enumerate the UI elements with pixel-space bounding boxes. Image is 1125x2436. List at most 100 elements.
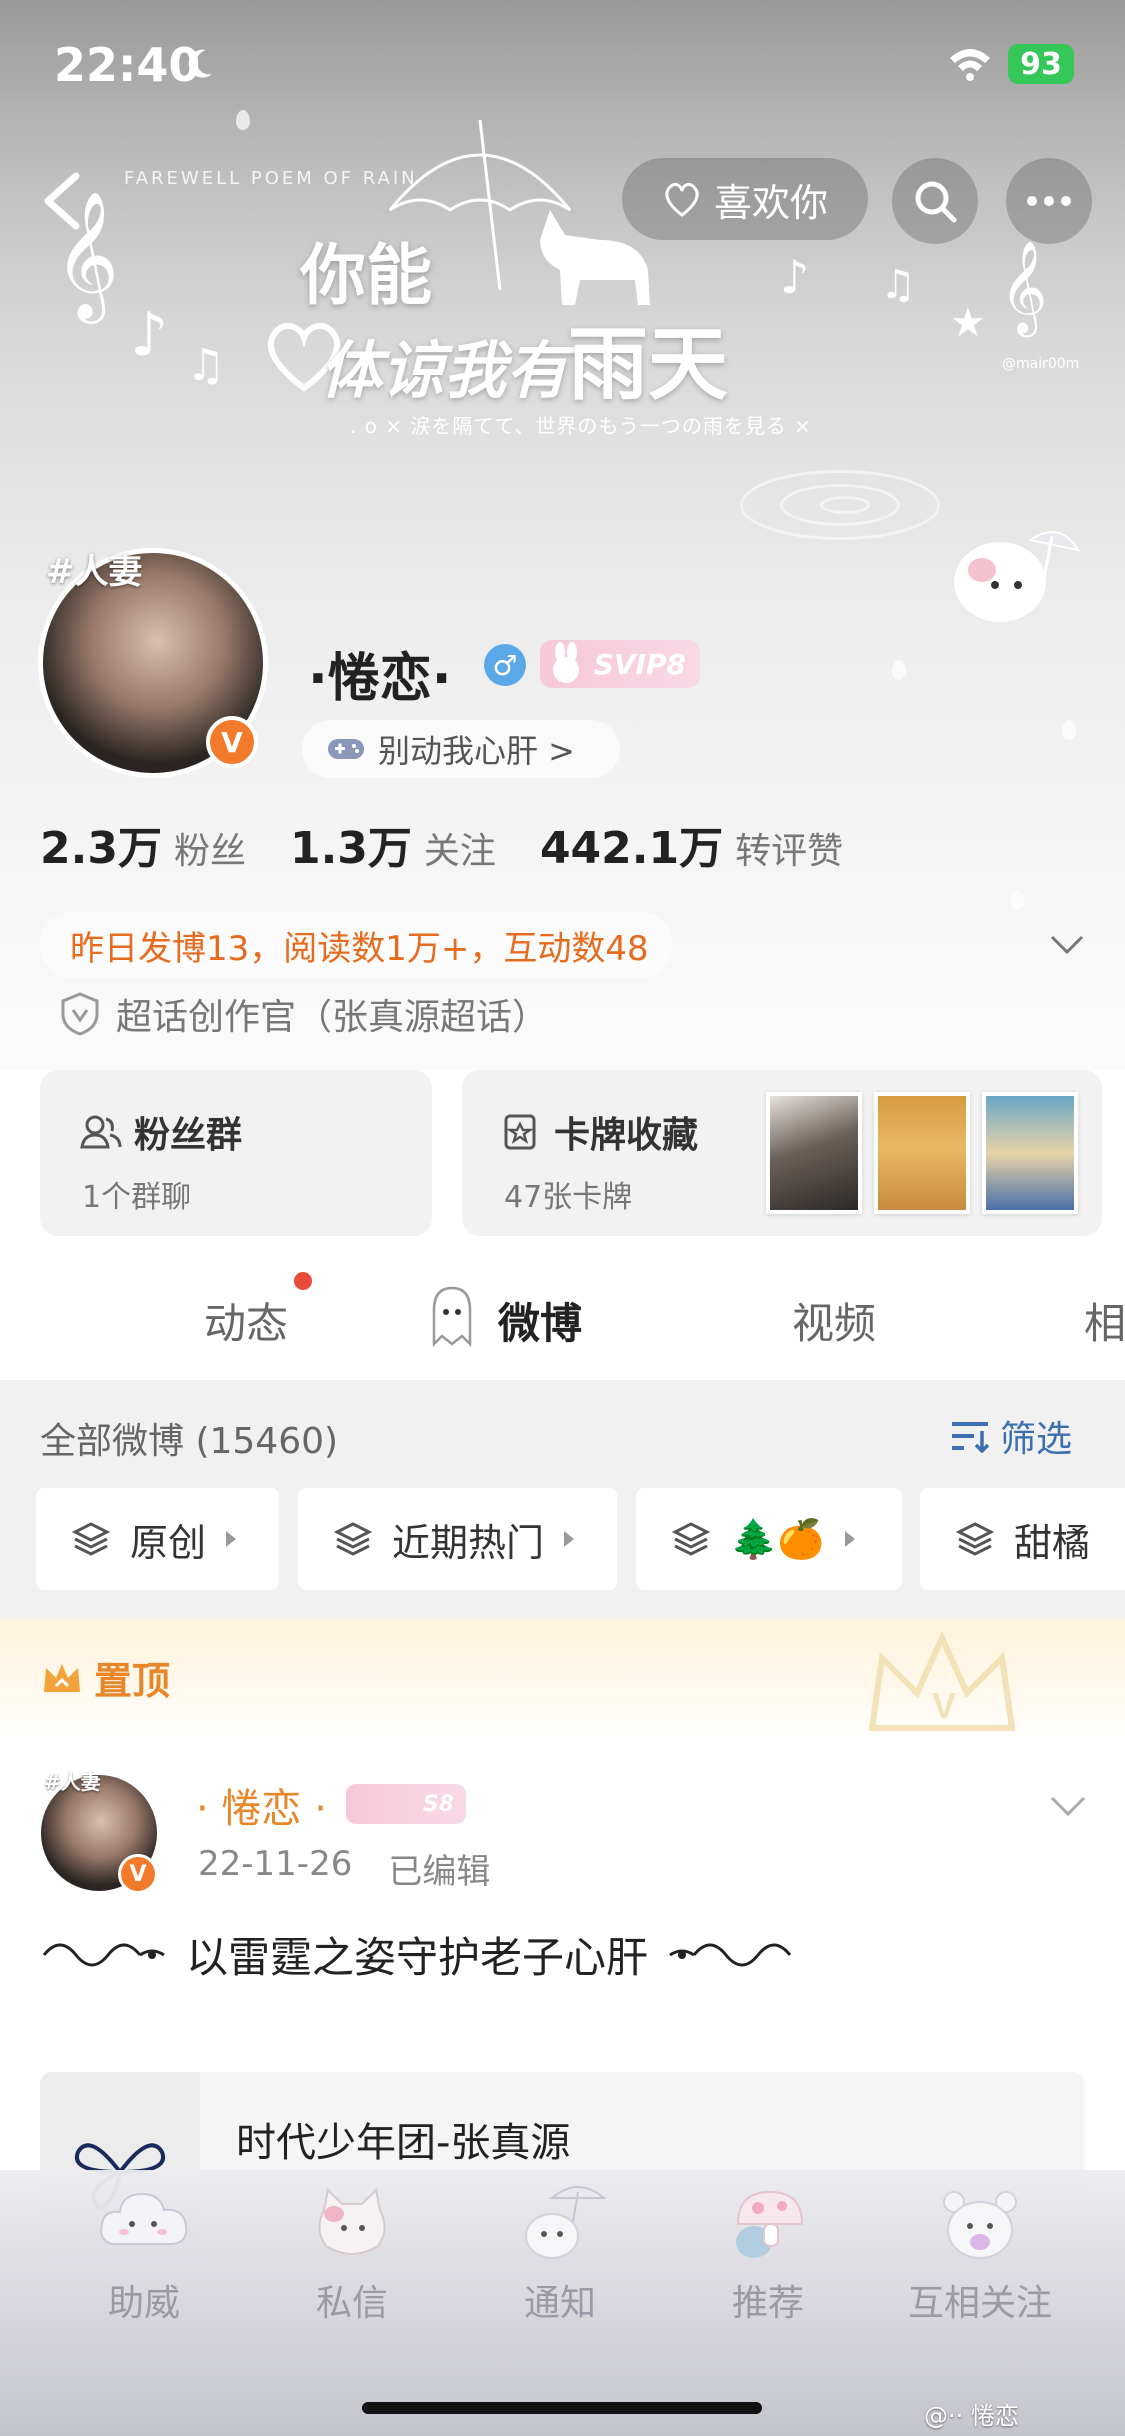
banner-watermark: @mair00m xyxy=(1002,356,1080,372)
game-link[interactable]: 别动我心肝 > xyxy=(302,720,620,778)
chevron-down-icon[interactable] xyxy=(1049,934,1085,956)
fan-group-sub: 1个群聊 xyxy=(82,1180,192,1215)
battery-level: 93 xyxy=(1020,46,1062,82)
post-svip-label: S8 xyxy=(422,1791,454,1817)
ripple xyxy=(820,496,870,514)
profile-nickname: ·惓恋· xyxy=(308,649,452,709)
chip-original[interactable]: 原创 xyxy=(36,1488,279,1590)
layers-icon xyxy=(334,1522,372,1556)
tab-video[interactable]: 视频 xyxy=(792,1290,876,1351)
umbrella-bunny-icon xyxy=(525,2186,607,2259)
music-note-icon: ♫ xyxy=(880,262,916,308)
music-note-icon: ♪ xyxy=(780,250,810,304)
moon-icon xyxy=(188,49,212,78)
bottom-tab-notifications[interactable]: 通知 xyxy=(460,2180,660,2330)
bottom-tab-recommend[interactable]: 推荐 xyxy=(668,2180,868,2330)
star-icon: ★ xyxy=(950,300,986,346)
bottom-tab-label: 互相关注 xyxy=(907,2283,1052,2324)
collection-sub: 47张卡牌 xyxy=(504,1180,633,1215)
banner-subtitle-big: 雨天 xyxy=(568,317,729,411)
male-gender-icon: ♂ xyxy=(484,644,526,686)
layers-icon xyxy=(72,1522,110,1556)
stat-following[interactable]: 1.3万 关注 xyxy=(290,812,496,876)
flourish-left-icon xyxy=(42,1943,165,1966)
pinned-label: 置顶 xyxy=(94,1659,171,1703)
status-time: 22:40 xyxy=(54,38,201,92)
layers-icon xyxy=(956,1522,994,1556)
banner-caption: . o × 涙を隔てて、世界のもう一つの雨を見る × xyxy=(350,414,812,438)
collection-thumb[interactable] xyxy=(874,1092,970,1214)
chip-arrow-icon xyxy=(844,1531,855,1547)
activity-text: 昨日发博13，阅读数1万+，互动数48 xyxy=(70,928,649,969)
svip-badge[interactable]: SVIP8 xyxy=(540,640,700,688)
post-avatar-tag: #人妻 xyxy=(44,1770,101,1794)
back-button[interactable] xyxy=(30,166,100,236)
tab-album[interactable]: 相 xyxy=(1084,1290,1125,1351)
search-button[interactable] xyxy=(892,158,978,244)
fan-group-card[interactable]: 粉丝群 1个群聊 xyxy=(40,1070,432,1236)
stat-interactions[interactable]: 442.1万 转评赞 xyxy=(540,812,843,876)
post-menu-chevron-icon[interactable] xyxy=(1048,1786,1088,1826)
chip-label: 原创 xyxy=(130,1520,207,1565)
status-bar: 22:40 93 xyxy=(0,0,1125,130)
search-icon xyxy=(915,181,957,223)
banner-top-caption: FAREWELL POEM OF RAIN xyxy=(124,168,418,189)
chip-arrow-icon xyxy=(226,1531,237,1547)
like-you-button[interactable]: 喜欢你 xyxy=(622,158,868,240)
gender-symbol: ♂ xyxy=(492,648,518,682)
chip-arrow-icon xyxy=(564,1531,575,1547)
verified-badge-letter: V xyxy=(129,1861,147,1887)
filter-button[interactable]: 筛选 xyxy=(950,1410,1072,1462)
like-you-label: 喜欢你 xyxy=(713,180,828,225)
bottom-tab-label: 推荐 xyxy=(731,2283,804,2324)
kitty-umbrella-icon xyxy=(954,531,1080,622)
card-collection-icon xyxy=(504,1114,536,1150)
battery-indicator: 93 xyxy=(1008,44,1074,84)
filter-icon xyxy=(952,1422,990,1453)
bottom-tab-mutual[interactable]: 互相关注 xyxy=(880,2180,1080,2330)
collection-thumb[interactable] xyxy=(766,1092,862,1214)
svip-label: SVIP8 xyxy=(593,647,686,681)
post-edited: 已编辑 xyxy=(388,1852,491,1892)
post-svip-badge: S8 xyxy=(346,1784,466,1824)
collection-thumb[interactable] xyxy=(982,1092,1078,1214)
chip-sweet-orange[interactable]: 甜橘 xyxy=(920,1488,1125,1590)
bottom-tab-support[interactable]: 助威 xyxy=(44,2180,244,2330)
stat-num: 1.3万 xyxy=(289,823,412,874)
mushroom-icon xyxy=(736,2190,804,2258)
bottom-tab-messages[interactable]: 私信 xyxy=(252,2180,452,2330)
profile-avatar-wrap[interactable]: #人妻 V xyxy=(38,548,268,778)
creator-badge-row[interactable]: 超话创作官（张真源超话） xyxy=(60,988,548,1040)
cloud-face-icon xyxy=(100,2192,188,2245)
tab-weibo[interactable]: 微博 xyxy=(498,1290,582,1351)
more-button[interactable] xyxy=(1006,158,1092,244)
home-indicator[interactable] xyxy=(362,2402,762,2414)
pinned-label-row: 置顶 xyxy=(40,1650,170,1705)
ghost-mascot-icon xyxy=(432,1286,472,1348)
heart-rabbit-icon xyxy=(665,182,699,217)
raindrop xyxy=(892,660,906,680)
bunny-icon xyxy=(553,642,579,683)
avatar-tag: #人妻 xyxy=(46,552,143,592)
notification-dot xyxy=(294,1272,312,1290)
gamepad-icon xyxy=(328,739,364,759)
profile-stats: 2.3万 粉丝 1.3万 关注 442.1万 转评赞 xyxy=(40,812,843,876)
activity-summary[interactable]: 昨日发博13，阅读数1万+，互动数48 xyxy=(40,910,1085,980)
tab-activity[interactable]: 动态 xyxy=(204,1290,288,1351)
fan-group-title: 粉丝群 xyxy=(134,1115,243,1156)
chip-emoji[interactable]: 🌲🍊 xyxy=(636,1488,902,1590)
profile-tabs: 动态 微博 视频 相 xyxy=(0,1240,1125,1380)
layers-icon xyxy=(672,1522,710,1556)
chip-label: 🌲🍊 xyxy=(730,1516,825,1561)
post-author[interactable]: · 惓恋 · xyxy=(196,1776,327,1834)
treble-clef-icon: 𝄞 xyxy=(1000,240,1048,333)
collection-title: 卡牌收藏 xyxy=(554,1115,699,1156)
raindrop xyxy=(1062,720,1076,740)
music-note-icon: ♫ xyxy=(186,340,226,391)
stat-label: 粉丝 xyxy=(173,831,246,872)
feed-count-header: 全部微博 (15460) xyxy=(40,1421,339,1462)
banner-subtitle-text: 体谅我有 xyxy=(320,334,569,407)
chip-recent-hot[interactable]: 近期热门 xyxy=(298,1488,617,1590)
stat-followers[interactable]: 2.3万 粉丝 xyxy=(40,812,246,876)
verified-badge-icon: V xyxy=(206,716,258,768)
